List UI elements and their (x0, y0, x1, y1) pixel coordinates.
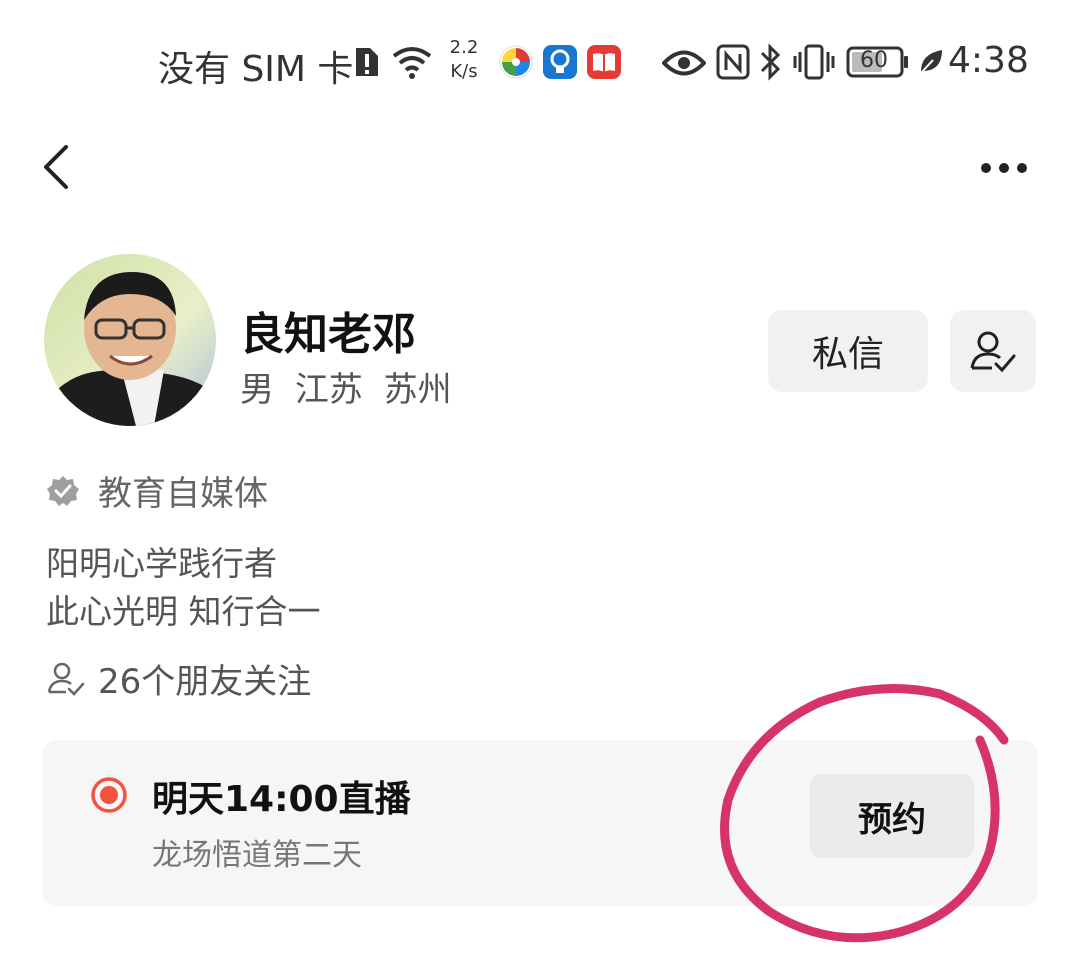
verified-badge-icon (47, 475, 79, 506)
friends-following-label: 26个朋友关注 (98, 662, 312, 702)
user-check-icon (970, 331, 1016, 373)
vibrate-icon (793, 44, 835, 80)
nfc-icon (716, 44, 750, 80)
wifi-icon (392, 47, 432, 79)
live-title: 明天14:00直播 (152, 779, 411, 820)
profile-name: 良知老邓 (240, 309, 416, 360)
city: 苏州 (383, 370, 452, 410)
more-horizontal-icon (981, 163, 1027, 173)
battery-level: 60 (860, 48, 888, 73)
eye-icon (662, 50, 706, 76)
friends-following-row[interactable]: 26个朋友关注 (46, 654, 311, 703)
followed-button[interactable] (950, 310, 1036, 392)
back-button[interactable] (30, 135, 90, 199)
profile-bio: 阳明心学践行者 此心光明 知行合一 (46, 540, 321, 636)
more-button[interactable] (970, 150, 1040, 186)
private-message-button[interactable]: 私信 (768, 310, 928, 392)
friends-icon (47, 662, 85, 696)
avatar-portrait-image (44, 254, 216, 426)
reserve-button[interactable]: 预约 (810, 774, 974, 858)
verification-label: 教育自媒体 (98, 474, 268, 514)
profile-meta: 男 江苏 苏州 (240, 362, 462, 411)
app-swirl-icon (499, 45, 533, 79)
app-bulb-icon (543, 45, 577, 79)
status-bar: 没有 SIM 卡 2.2 K/s 60 4:38 (0, 0, 1080, 120)
app-book-icon (587, 45, 621, 79)
power-saving-leaf-icon (920, 50, 942, 74)
bio-line-1: 阳明心学践行者 (46, 544, 277, 583)
avatar[interactable] (44, 254, 216, 426)
gender: 男 (240, 370, 274, 410)
clock: 4:38 (948, 40, 1029, 81)
carrier-status: 没有 SIM 卡 (158, 49, 354, 90)
bluetooth-icon (760, 43, 781, 81)
province: 江苏 (294, 370, 363, 410)
chevron-left-icon (44, 145, 68, 189)
live-record-icon (91, 777, 127, 813)
network-speed: 2.2 K/s (449, 37, 479, 82)
sim-alert-icon (356, 48, 378, 76)
bio-line-2: 此心光明 知行合一 (46, 592, 321, 631)
live-subtitle: 龙场悟道第二天 (152, 838, 362, 873)
verification-row: 教育自媒体 (46, 466, 268, 515)
